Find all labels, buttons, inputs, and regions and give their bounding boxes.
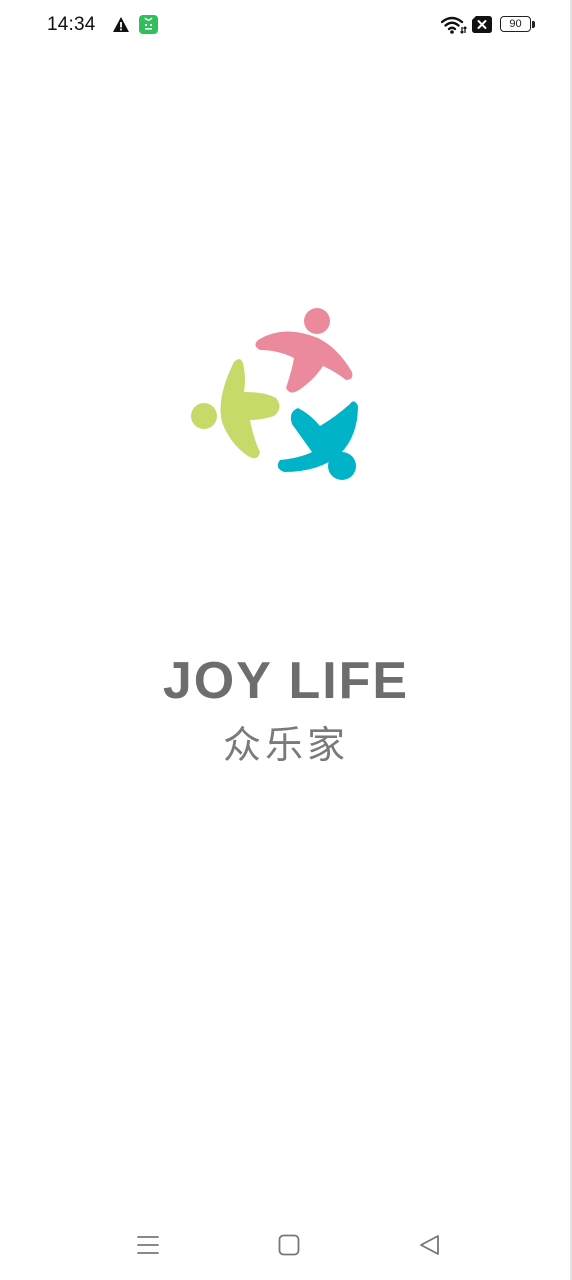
green-figure-body bbox=[220, 359, 280, 459]
battery-level: 90 bbox=[509, 18, 522, 30]
warning-icon bbox=[113, 17, 129, 32]
app-notification-icon bbox=[139, 15, 158, 34]
no-sim-icon bbox=[472, 16, 492, 33]
pink-figure-head bbox=[304, 308, 330, 334]
brand-name-chinese: 众乐家 bbox=[222, 723, 349, 767]
brand-name-english: JOY LIFE bbox=[162, 652, 410, 710]
status-bar: 14:34 90 bbox=[0, 0, 572, 52]
home-icon[interactable] bbox=[278, 1234, 300, 1256]
green-figure-head bbox=[191, 403, 217, 429]
wifi-icon bbox=[441, 16, 467, 34]
menu-icon[interactable] bbox=[137, 1234, 159, 1256]
battery-icon: 90 bbox=[500, 16, 536, 34]
pink-figure-body bbox=[255, 331, 353, 393]
joy-life-people-logo bbox=[191, 308, 358, 480]
status-time: 14:34 bbox=[47, 14, 96, 35]
splash-screen: 14:34 90 JOY LIFE 众乐家 bbox=[0, 0, 572, 1280]
back-icon[interactable] bbox=[418, 1233, 442, 1257]
